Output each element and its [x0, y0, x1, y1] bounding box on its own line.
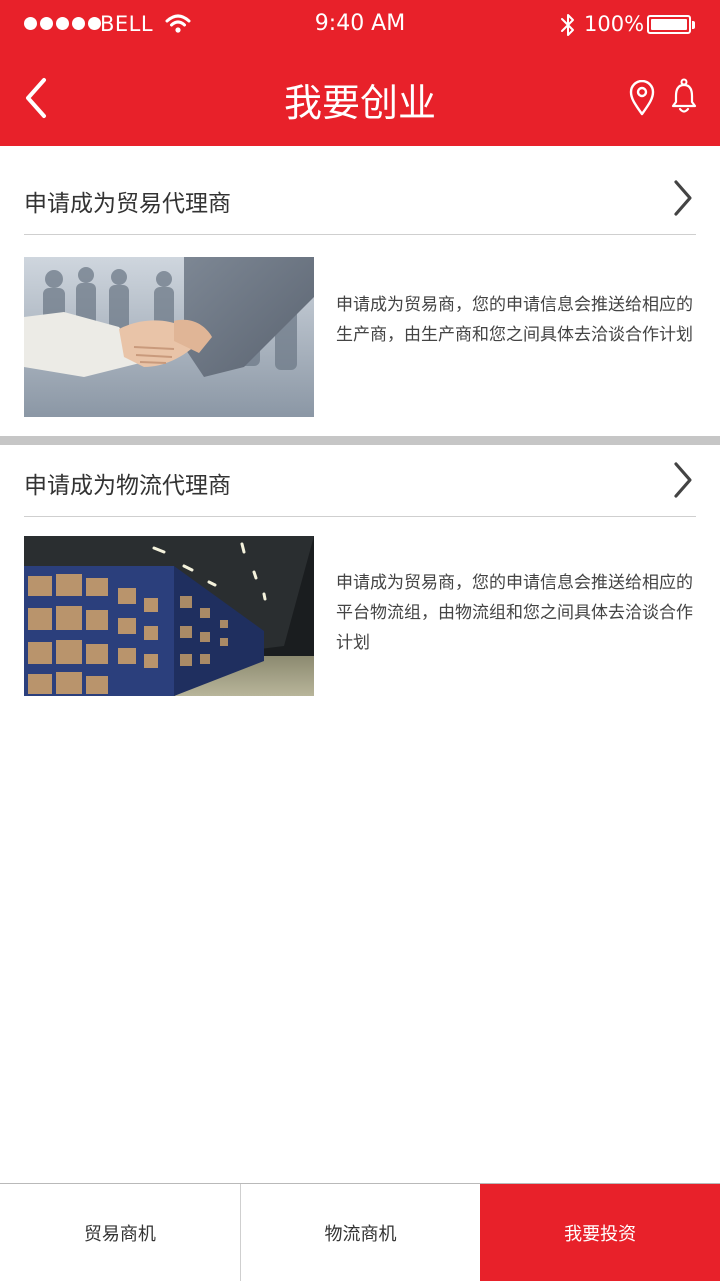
tab-logistics-opportunities[interactable]: 物流商机 — [239, 1184, 481, 1281]
chevron-right-icon[interactable] — [670, 178, 696, 218]
handshake-photo — [24, 257, 314, 417]
logistics-agent-description: 申请成为贸易商，您的申请信息会推送给相应的平台物流组，由物流组和您之间具体去洽谈… — [336, 573, 693, 653]
status-bar: BELL 9:40 AM 100% — [0, 0, 720, 50]
warehouse-photo — [24, 536, 314, 696]
battery-icon — [647, 15, 695, 34]
battery-percent: 100% — [584, 12, 645, 36]
top-bar: BELL 9:40 AM 100% 我要创业 — [0, 0, 720, 146]
bottom-tab-bar: 贸易商机 物流商机 我要投资 — [0, 1183, 720, 1281]
chevron-right-icon[interactable] — [670, 460, 696, 500]
trade-agent-header[interactable]: 申请成为贸易代理商 — [24, 146, 696, 235]
logistics-agent-section: 申请成为物流代理商 申请成为贸易商，您的申请信息会推送给相应的平台物流组，由物流… — [0, 428, 720, 718]
trade-agent-title: 申请成为贸易代理商 — [24, 191, 231, 217]
trade-agent-section: 申请成为贸易代理商 申请成为贸易商，您的申请信息会推送给相应的生产商，由生产商和… — [0, 146, 720, 436]
bluetooth-icon — [561, 14, 574, 36]
location-pin-icon[interactable] — [628, 80, 656, 116]
logistics-agent-title: 申请成为物流代理商 — [24, 473, 231, 499]
page-title: 我要创业 — [283, 81, 436, 125]
tab-trade-opportunities[interactable]: 贸易商机 — [0, 1184, 240, 1281]
bell-icon[interactable] — [670, 78, 698, 116]
trade-agent-description: 申请成为贸易商，您的申请信息会推送给相应的生产商，由生产商和您之间具体去洽谈合作… — [336, 295, 693, 345]
logistics-agent-header[interactable]: 申请成为物流代理商 — [24, 428, 696, 517]
tab-invest[interactable]: 我要投资 — [480, 1184, 720, 1281]
